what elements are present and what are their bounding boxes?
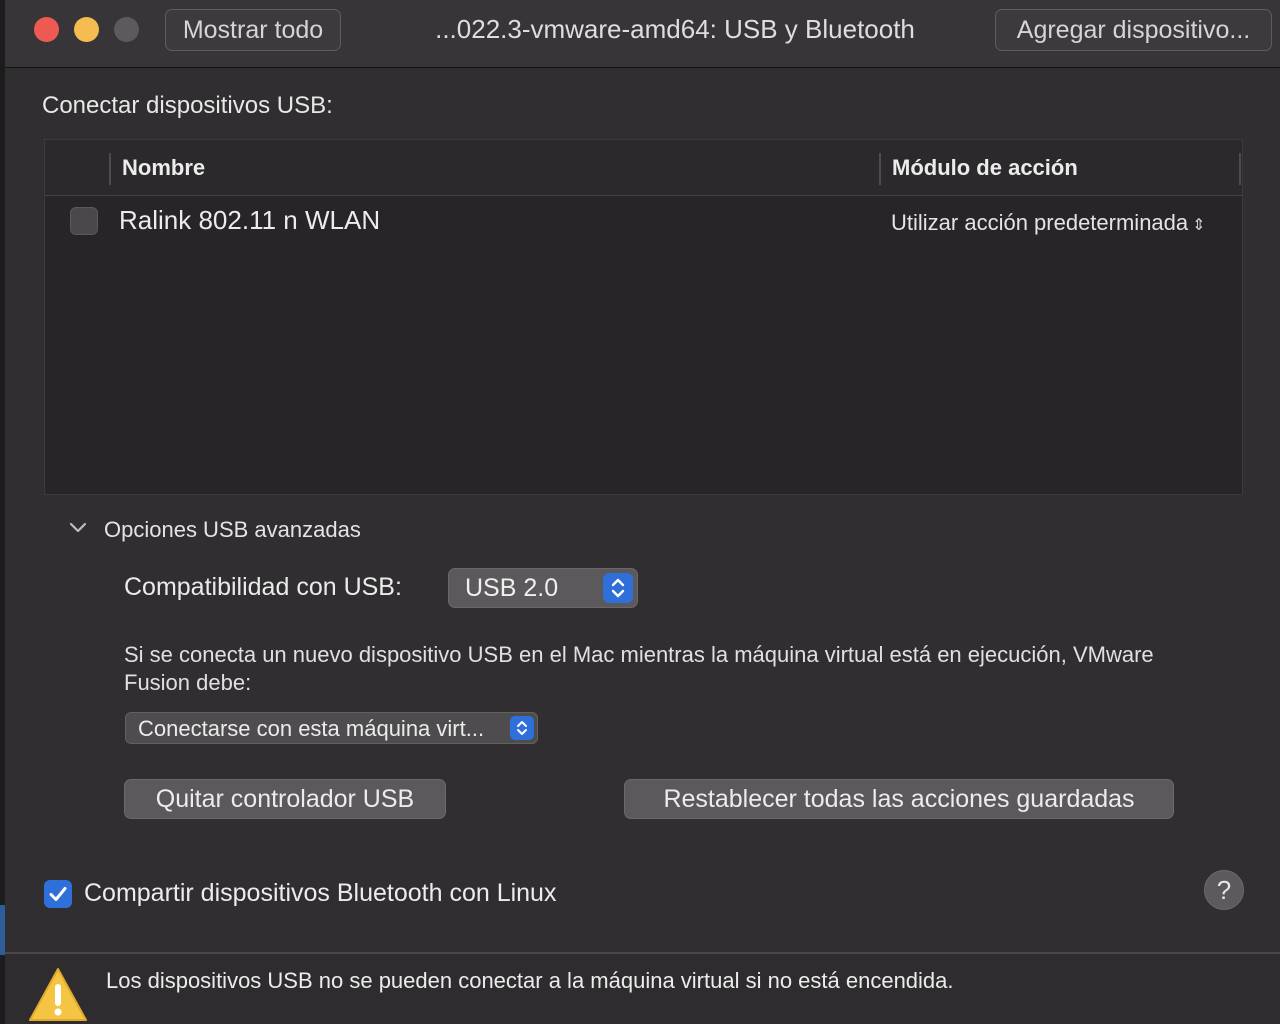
table-row[interactable]: Ralink 802.11 n WLAN Utilizar acción pre… bbox=[45, 197, 1242, 245]
window-title: ...022.3-vmware-amd64: USB y Bluetooth bbox=[435, 14, 915, 44]
minimize-window-button[interactable] bbox=[74, 17, 99, 42]
usb-devices-table: Nombre Módulo de acción Ralink 802.11 n … bbox=[44, 139, 1243, 495]
new-device-description: Si se conecta un nuevo dispositivo USB e… bbox=[124, 642, 1154, 695]
new-device-policy-select[interactable]: Conectarse con esta máquina virt... bbox=[125, 712, 538, 744]
table-header: Nombre Módulo de acción bbox=[45, 140, 1242, 196]
remove-usb-controller-button[interactable]: Quitar controlador USB bbox=[124, 779, 446, 819]
usb-section-title: Conectar dispositivos USB: bbox=[42, 92, 333, 119]
chevron-down-icon[interactable] bbox=[68, 517, 88, 537]
usb-compat-label: Compatibilidad con USB: bbox=[124, 573, 402, 601]
device-action-value: Utilizar acción predeterminada bbox=[891, 210, 1189, 235]
zoom-window-button[interactable] bbox=[114, 17, 139, 42]
warning-icon bbox=[29, 968, 87, 1021]
help-button[interactable]: ? bbox=[1204, 870, 1244, 910]
updown-chevron-icon bbox=[603, 573, 633, 603]
device-connect-checkbox[interactable] bbox=[70, 207, 98, 235]
preferences-window: Mostrar todo ...022.3-vmware-amd64: USB … bbox=[0, 0, 1280, 1024]
checkmark-icon bbox=[49, 887, 67, 901]
advanced-usb-options-toggle[interactable]: Opciones USB avanzadas bbox=[104, 517, 361, 543]
device-action-select[interactable]: Utilizar acción predeterminada ⇕ bbox=[891, 210, 1206, 236]
status-footer: Los dispositivos USB no se pueden conect… bbox=[5, 954, 1280, 1024]
column-header-name[interactable]: Nombre bbox=[122, 155, 205, 181]
updown-chevron-icon: ⇕ bbox=[1192, 217, 1206, 234]
add-device-button[interactable]: Agregar dispositivo... bbox=[995, 9, 1272, 51]
close-window-button[interactable] bbox=[34, 17, 59, 42]
policy-value: Conectarse con esta máquina virt... bbox=[138, 716, 485, 741]
warning-message: Los dispositivos USB no se pueden conect… bbox=[106, 968, 954, 993]
column-header-action[interactable]: Módulo de acción bbox=[892, 155, 1078, 181]
usb-compat-select[interactable]: USB 2.0 bbox=[448, 568, 638, 608]
title-bar: Mostrar todo ...022.3-vmware-amd64: USB … bbox=[5, 0, 1280, 68]
window-edge bbox=[0, 0, 5, 1024]
updown-chevron-icon bbox=[510, 716, 534, 740]
device-name: Ralink 802.11 n WLAN bbox=[119, 205, 381, 235]
usb-compat-value: USB 2.0 bbox=[465, 574, 559, 602]
bluetooth-share-checkbox[interactable] bbox=[44, 880, 72, 908]
show-all-button[interactable]: Mostrar todo bbox=[165, 9, 341, 51]
bluetooth-share-label[interactable]: Compartir dispositivos Bluetooth con Lin… bbox=[84, 879, 556, 908]
reset-saved-actions-button[interactable]: Restablecer todas las acciones guardadas bbox=[624, 779, 1174, 819]
